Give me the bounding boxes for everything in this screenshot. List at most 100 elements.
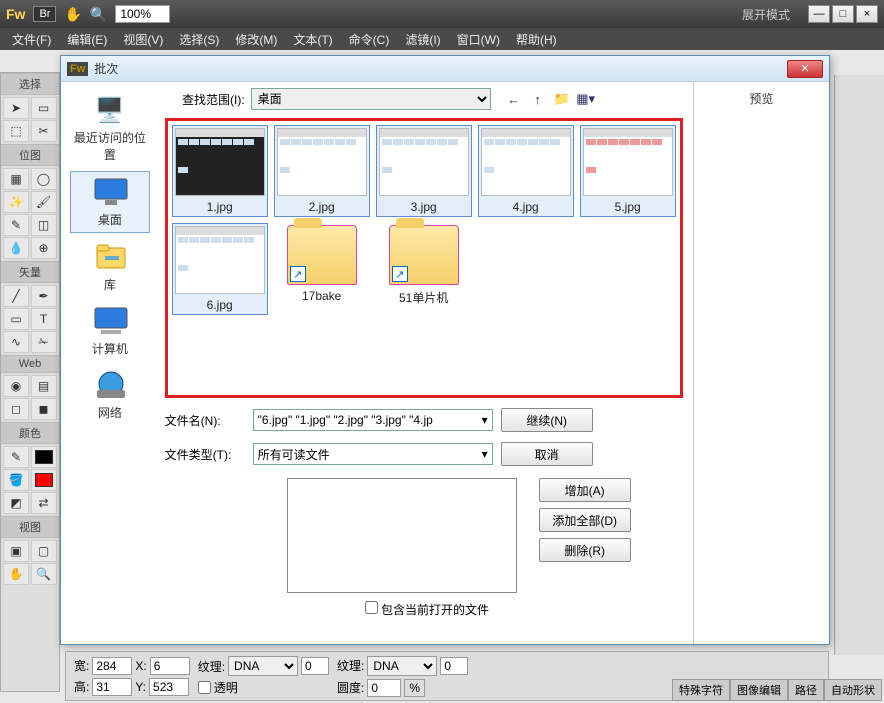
close-window-button[interactable]: ×	[856, 5, 878, 23]
round-input[interactable]	[367, 679, 401, 697]
selected-files-listbox[interactable]	[287, 478, 517, 593]
folder-item[interactable]: ↗17bake	[274, 223, 370, 315]
expand-mode-label[interactable]: 展开模式	[742, 6, 790, 23]
texture1-select[interactable]: DNA	[228, 656, 298, 676]
rect-tool[interactable]: ▭	[3, 308, 29, 330]
eraser-tool[interactable]: ◫	[31, 214, 57, 236]
wand-tool[interactable]: ✨	[3, 191, 29, 213]
chevron-down-icon: ▾	[482, 447, 488, 461]
normal-view[interactable]: ▣	[3, 540, 29, 562]
file-item[interactable]: 1.jpg	[172, 125, 268, 217]
slice-tool[interactable]: ▤	[31, 375, 57, 397]
line-tool[interactable]: ╱	[3, 285, 29, 307]
width-input[interactable]	[92, 657, 132, 675]
menu-select[interactable]: 选择(S)	[173, 29, 225, 50]
show-slice-tool[interactable]: ◼	[31, 398, 57, 420]
file-item[interactable]: 6.jpg	[172, 223, 268, 315]
maximize-button[interactable]: □	[832, 5, 854, 23]
file-item[interactable]: 4.jpg	[478, 125, 574, 217]
zoom-tool-icon[interactable]: 🔍	[90, 6, 107, 23]
add-all-button[interactable]: 添加全部(D)	[539, 508, 631, 532]
menu-edit[interactable]: 编辑(E)	[61, 29, 113, 50]
blur-tool[interactable]: 💧	[3, 237, 29, 259]
x-input[interactable]	[150, 657, 190, 675]
menu-modify[interactable]: 修改(M)	[229, 29, 283, 50]
dialog-app-icon: Fw	[67, 62, 88, 76]
fullscreen-view[interactable]: ▢	[31, 540, 57, 562]
place-network[interactable]: 网络	[70, 365, 150, 425]
crop-tool[interactable]: ✂	[31, 120, 57, 142]
menu-view[interactable]: 视图(V)	[117, 29, 169, 50]
menu-text[interactable]: 文本(T)	[287, 29, 338, 50]
pointer-tool[interactable]: ➤	[3, 97, 29, 119]
tab-path[interactable]: 路径	[788, 679, 824, 701]
transparent-checkbox[interactable]	[198, 681, 211, 694]
fill-swatch[interactable]	[31, 469, 57, 491]
file-browser[interactable]: 1.jpg2.jpg3.jpg4.jpg5.jpg 6.jpg↗17bake↗51…	[165, 118, 683, 398]
pencil-tool[interactable]: ✎	[3, 214, 29, 236]
dialog-close-button[interactable]: ✕	[787, 60, 823, 78]
place-recent[interactable]: 🖥️ 最近访问的位置	[70, 90, 150, 167]
hide-slice-tool[interactable]: ◻	[3, 398, 29, 420]
zoom-tool[interactable]: 🔍	[31, 563, 57, 585]
fill-color[interactable]: 🪣	[3, 469, 29, 491]
swap-colors[interactable]: ⇄	[31, 492, 57, 514]
add-button[interactable]: 增加(A)	[539, 478, 631, 502]
texture1-pct[interactable]	[301, 657, 329, 675]
height-input[interactable]	[92, 678, 132, 696]
lasso-tool[interactable]: ◯	[31, 168, 57, 190]
menu-command[interactable]: 命令(C)	[343, 29, 396, 50]
stamp-tool[interactable]: ⊕	[31, 237, 57, 259]
folder-item[interactable]: ↗51单片机	[376, 223, 472, 315]
menu-help[interactable]: 帮助(H)	[510, 29, 563, 50]
new-folder-icon[interactable]: 📁	[553, 90, 571, 108]
cancel-button[interactable]: 取消	[501, 442, 593, 466]
freeform-tool[interactable]: ∿	[3, 331, 29, 353]
marquee-tool[interactable]: ▦	[3, 168, 29, 190]
filetype-combo[interactable]: 所有可读文件▾	[253, 443, 493, 465]
dialog-title: 批次	[94, 60, 118, 77]
brush-tool[interactable]: 🖌	[31, 191, 57, 213]
menu-filter[interactable]: 滤镜(I)	[399, 29, 446, 50]
app-logo: Fw	[6, 6, 25, 22]
y-input[interactable]	[149, 678, 189, 696]
back-icon[interactable]: ←	[505, 90, 523, 108]
right-panels-strip[interactable]	[834, 75, 884, 655]
place-computer[interactable]: 计算机	[70, 301, 150, 361]
up-icon[interactable]: ↑	[529, 90, 547, 108]
place-library[interactable]: 库	[70, 237, 150, 297]
texture2-pct[interactable]	[440, 657, 468, 675]
continue-button[interactable]: 继续(N)	[501, 408, 593, 432]
round-unit[interactable]: %	[404, 679, 425, 697]
view-mode-icon[interactable]: ▦▾	[577, 90, 595, 108]
tab-autoshape[interactable]: 自动形状	[824, 679, 882, 701]
menu-file[interactable]: 文件(F)	[6, 29, 57, 50]
scale-tool[interactable]: ⬚	[3, 120, 29, 142]
file-item[interactable]: 5.jpg	[580, 125, 676, 217]
menu-window[interactable]: 窗口(W)	[451, 29, 506, 50]
stroke-swatch[interactable]	[31, 446, 57, 468]
place-desktop[interactable]: 桌面	[70, 171, 150, 233]
hand-tool-icon[interactable]: ✋	[64, 6, 81, 23]
stroke-color[interactable]: ✎	[3, 446, 29, 468]
dialog-titlebar[interactable]: Fw 批次 ✕	[61, 56, 829, 82]
lookup-select[interactable]: 桌面	[251, 88, 491, 110]
hotspot-tool[interactable]: ◉	[3, 375, 29, 397]
default-colors[interactable]: ◩	[3, 492, 29, 514]
text-tool[interactable]: T	[31, 308, 57, 330]
file-item[interactable]: 3.jpg	[376, 125, 472, 217]
knife-tool[interactable]: ✁	[31, 331, 57, 353]
minimize-button[interactable]: —	[808, 5, 830, 23]
zoom-select[interactable]: 100%	[115, 5, 170, 23]
tab-image-edit[interactable]: 图像编辑	[730, 679, 788, 701]
subselect-tool[interactable]: ▭	[31, 97, 57, 119]
texture2-select[interactable]: DNA	[367, 656, 437, 676]
hand-tool[interactable]: ✋	[3, 563, 29, 585]
file-item[interactable]: 2.jpg	[274, 125, 370, 217]
filename-combo[interactable]: "6.jpg" "1.jpg" "2.jpg" "3.jpg" "4.jp▾	[253, 409, 493, 431]
tab-special-chars[interactable]: 特殊字符	[672, 679, 730, 701]
pen-tool[interactable]: ✒	[31, 285, 57, 307]
include-open-checkbox[interactable]	[365, 601, 378, 614]
bridge-badge[interactable]: Br	[33, 6, 56, 22]
delete-button[interactable]: 删除(R)	[539, 538, 631, 562]
